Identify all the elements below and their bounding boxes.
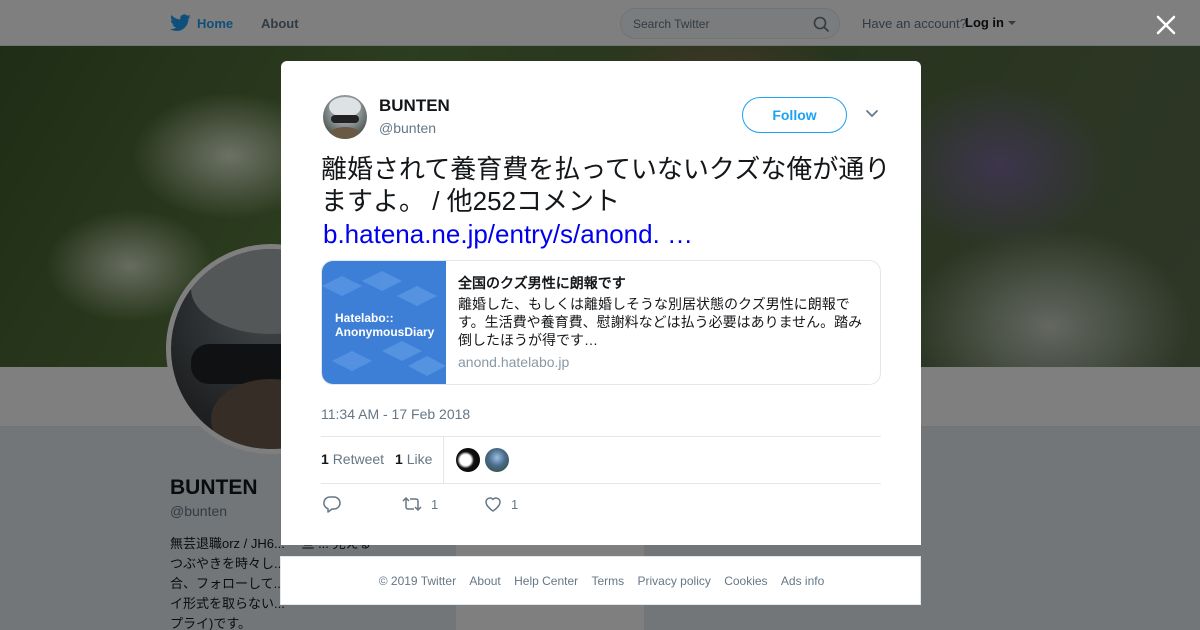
- follow-button[interactable]: Follow: [742, 97, 847, 133]
- author-name[interactable]: BUNTEN: [379, 96, 450, 116]
- tweet-text: 離婚されて養育費を払っていないクズな俺が通りますよ。 / 他252コメント: [321, 154, 891, 216]
- modal-footer: © 2019 Twitter About Help Center Terms P…: [280, 556, 921, 605]
- footer-copyright: © 2019 Twitter: [378, 574, 457, 588]
- chevron-down-icon[interactable]: [865, 109, 879, 119]
- divider: [321, 436, 881, 437]
- card-domain: anond.hatelabo.jp: [458, 354, 570, 370]
- retweet-action[interactable]: 1: [402, 495, 442, 515]
- reply-action[interactable]: [323, 495, 345, 515]
- heart-icon: [485, 497, 501, 512]
- liker-avatar[interactable]: [456, 448, 480, 472]
- footer-link-cookies[interactable]: Cookies: [724, 574, 767, 588]
- author-handle[interactable]: @bunten: [379, 120, 436, 136]
- retweet-action-count: 1: [431, 497, 439, 512]
- tweet-timestamp[interactable]: 11:34 AM - 17 Feb 2018: [321, 406, 470, 422]
- tweet-link[interactable]: b.hatena.ne.jp/entry/s/anond. …: [323, 218, 693, 250]
- stat-divider: [443, 437, 444, 483]
- retweet-stat-label: Retweet: [332, 451, 385, 467]
- tweet-modal: BUNTEN @bunten Follow 離婚されて養育費を払っていないクズな…: [281, 61, 921, 545]
- like-stat-label: Like: [406, 451, 433, 467]
- footer-link-about[interactable]: About: [469, 574, 500, 588]
- footer-links: © 2019 Twitter About Help Center Terms P…: [281, 574, 922, 588]
- card-image-text: Hatelabo:: AnonymousDiary: [335, 311, 435, 339]
- like-action[interactable]: 1: [484, 495, 524, 515]
- author-avatar-photo: [329, 97, 361, 139]
- card-image: Hatelabo:: AnonymousDiary: [322, 261, 446, 384]
- reply-icon: [323, 496, 341, 513]
- retweet-stat-count: 1: [321, 451, 329, 467]
- retweet-icon: [402, 496, 422, 512]
- author-avatar[interactable]: [323, 95, 367, 139]
- divider: [321, 483, 881, 484]
- like-action-count: 1: [511, 497, 519, 512]
- footer-link-help-center[interactable]: Help Center: [514, 574, 578, 588]
- link-card[interactable]: Hatelabo:: AnonymousDiary 全国のクズ男性に朗報です 離…: [321, 260, 881, 385]
- retweet-stat[interactable]: 1 Retweet: [321, 451, 384, 467]
- liker-avatar[interactable]: [485, 448, 509, 472]
- footer-link-ads-info[interactable]: Ads info: [781, 574, 824, 588]
- footer-link-privacy[interactable]: Privacy policy: [638, 574, 711, 588]
- footer-link-terms[interactable]: Terms: [591, 574, 624, 588]
- close-icon[interactable]: [1153, 12, 1179, 38]
- like-stat-count: 1: [395, 451, 403, 467]
- card-title: 全国のクズ男性に朗報です: [458, 275, 626, 291]
- like-stat[interactable]: 1 Like: [395, 451, 432, 467]
- card-description: 離婚した、もしくは離婚しそうな別居状態のクズ男性に朗報です。生活費や養育費、慰謝…: [458, 296, 863, 348]
